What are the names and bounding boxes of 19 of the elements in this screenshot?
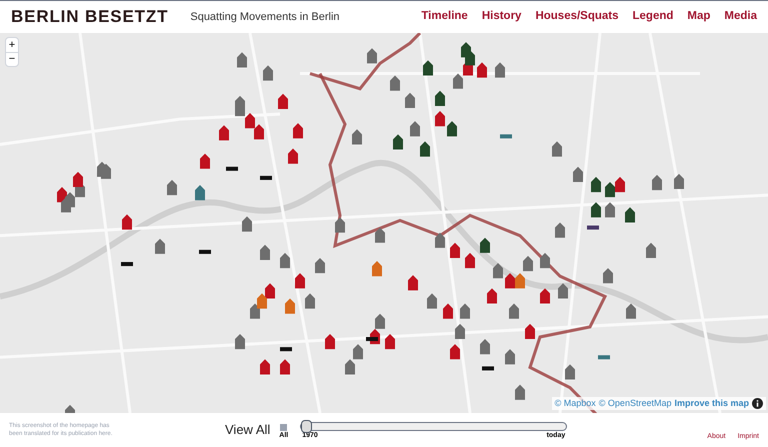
nav-link[interactable]: Legend [632, 8, 674, 26]
map-area[interactable]: + − © Mapbox © OpenStreetMap Improve this map [0, 33, 768, 413]
info-icon[interactable] [752, 398, 763, 409]
openstreetmap-link[interactable]: © OpenStreetMap [598, 396, 672, 410]
site-subtitle: Squatting Movements in Berlin [190, 10, 340, 25]
timeline-slider-track[interactable] [300, 422, 568, 432]
mapbox-link[interactable]: © Mapbox [554, 396, 596, 410]
improve-map-link[interactable]: Improve this map [674, 396, 749, 410]
zoom-out-button[interactable]: − [6, 52, 18, 66]
all-checkbox[interactable] [280, 424, 288, 432]
zoom-in-button[interactable]: + [6, 38, 18, 52]
site-logo[interactable]: BERLIN BESETZT [11, 4, 168, 30]
nav-link[interactable]: Houses/Squats [535, 8, 619, 26]
view-all-label: View All [225, 421, 270, 440]
nav-link[interactable]: Timeline [421, 8, 468, 26]
nav-link[interactable]: Media [724, 8, 757, 26]
timeline-slider-handle[interactable] [301, 420, 312, 434]
nav-link[interactable]: Map [687, 8, 710, 26]
nav-link[interactable]: History [482, 8, 522, 26]
